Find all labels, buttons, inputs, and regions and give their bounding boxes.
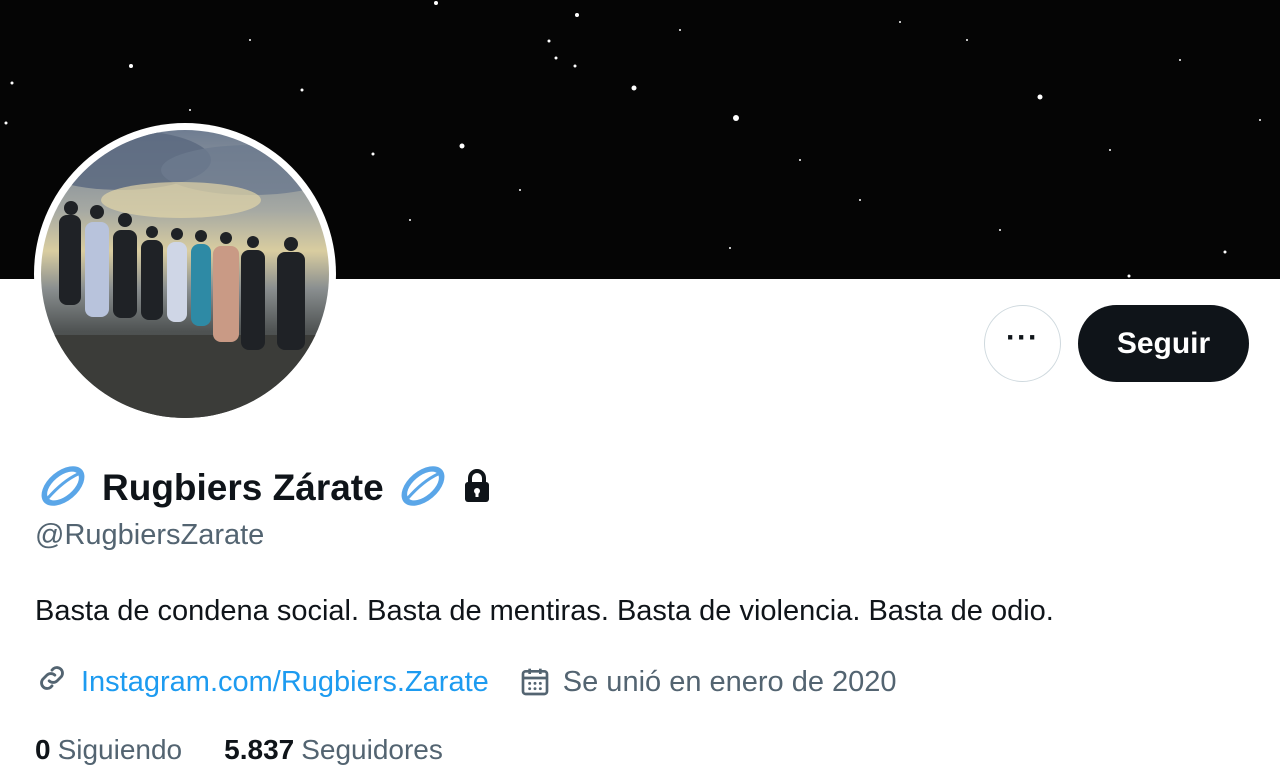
- more-icon: ···: [1006, 320, 1039, 354]
- rugby-ball-icon: [396, 461, 450, 516]
- handle: @RugbiersZarate: [35, 519, 265, 551]
- profile-meta: Instagram.com/Rugbiers.Zarate Se unió en…: [35, 662, 897, 702]
- rugby-ball-icon: [36, 461, 90, 516]
- following-label: Siguiendo: [57, 734, 183, 765]
- profile-avatar[interactable]: [34, 123, 336, 425]
- lock-icon: [462, 468, 492, 509]
- followers-count: 5.837: [224, 734, 295, 765]
- follow-stats: 0 Siguiendo 5.837 Seguidores: [35, 730, 443, 770]
- avatar-photo: [41, 130, 329, 418]
- followers-label: Seguidores: [301, 734, 443, 765]
- follow-button[interactable]: Seguir: [1078, 305, 1249, 382]
- website-link[interactable]: Instagram.com/Rugbiers.Zarate: [81, 666, 489, 699]
- following-count: 0: [35, 734, 51, 765]
- join-date: Se unió en enero de 2020: [562, 665, 897, 698]
- more-options-button[interactable]: ···: [984, 305, 1061, 382]
- display-name: Rugbiers Zárate: [102, 467, 384, 508]
- bio: Basta de condena social. Basta de mentir…: [35, 595, 1054, 627]
- following-link[interactable]: 0 Siguiendo: [35, 734, 182, 766]
- calendar-icon: [519, 666, 551, 698]
- link-icon: [35, 661, 69, 703]
- followers-link[interactable]: 5.837 Seguidores: [224, 734, 443, 766]
- name-row: Rugbiers Zárate: [36, 462, 492, 514]
